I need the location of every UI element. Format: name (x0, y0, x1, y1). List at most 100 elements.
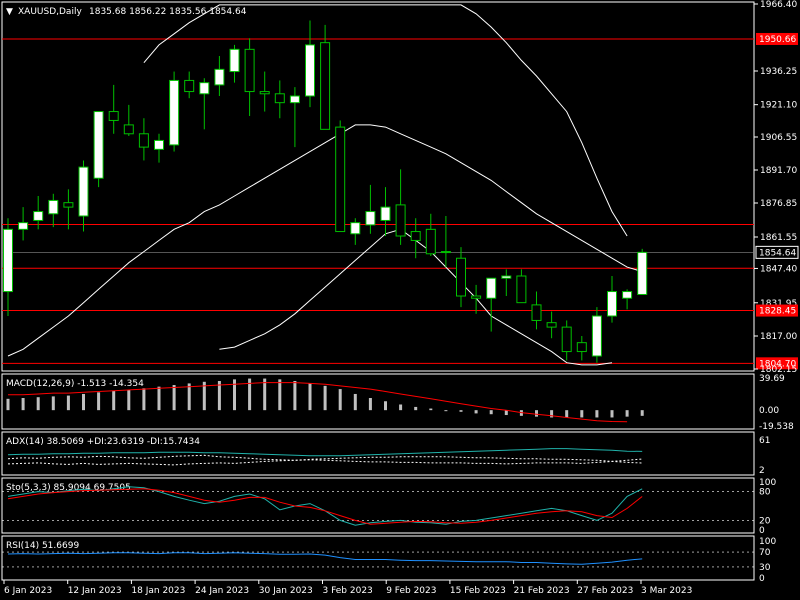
price-tick-label: 1847.40 (760, 264, 797, 274)
macd-histogram-bar (82, 393, 85, 411)
macd-histogram-bar (625, 410, 629, 417)
macd-histogram-bar (172, 385, 176, 411)
candle-body (63, 202, 74, 208)
time-tick-label: 3 Mar 2023 (641, 586, 692, 596)
candle-body (531, 304, 542, 321)
level-tag-label: 1828.45 (759, 307, 796, 317)
candle-body (78, 166, 89, 217)
candle-body (591, 315, 602, 357)
rsi-axis-label: 100 (759, 537, 776, 547)
macd-histogram-bar (323, 385, 327, 411)
time-tick-label: 18 Jan 2023 (131, 586, 185, 596)
chart-window[interactable]: ▼ XAUUSD,Daily 1835.68 1856.22 1835.56 1… (0, 0, 800, 600)
macd-histogram-bar (595, 410, 599, 418)
candle-body (471, 295, 482, 299)
candle-body (138, 133, 149, 148)
sto-axis-label: 80 (759, 488, 771, 498)
candle-body (123, 124, 134, 135)
macd-histogram-bar (580, 410, 584, 418)
macd-histogram-bar (36, 397, 40, 411)
macd-histogram-bar (640, 410, 644, 416)
macd-histogram-bar (112, 390, 116, 411)
candle-body (501, 275, 512, 279)
macd-histogram-bar (384, 401, 387, 411)
rsi-axis-label: 30 (759, 563, 771, 573)
time-tick-label: 6 Jan 2023 (4, 586, 52, 596)
candle-body (3, 228, 13, 293)
candle-body (561, 326, 572, 353)
macd-histogram-bar (535, 410, 538, 417)
price-tick-label: 1876.85 (760, 199, 797, 209)
price-tick-label: 1906.55 (760, 133, 797, 143)
header-arrow-icon[interactable]: ▼ (6, 7, 13, 17)
candle-body (365, 211, 376, 226)
rsi-axis-label: 70 (759, 548, 771, 558)
candle-body (576, 342, 587, 353)
macd-histogram-bar (444, 410, 448, 412)
candle-body (320, 42, 331, 130)
candle-body (154, 139, 164, 150)
macd-histogram-bar (127, 389, 131, 411)
candle-body (93, 111, 104, 179)
time-tick-label: 24 Jan 2023 (195, 586, 249, 596)
macd-histogram-bar (21, 398, 25, 411)
macd-histogram-bar (459, 410, 463, 412)
macd-label: MACD(12,26,9) -1.513 -14.354 (6, 379, 144, 389)
adx-axis-label: 61 (759, 436, 770, 446)
macd-histogram-bar (474, 410, 478, 414)
time-tick-label: 3 Feb 2023 (323, 586, 373, 596)
candle-body (48, 199, 59, 215)
time-tick-label: 21 Feb 2023 (514, 586, 570, 596)
price-tick-label: 1966.40 (760, 0, 797, 10)
macd-axis-label: 39.69 (759, 374, 785, 384)
time-tick-label: 30 Jan 2023 (259, 586, 313, 596)
candle-body (184, 79, 195, 93)
rsi-label: RSI(14) 51.6699 (6, 541, 79, 551)
candle-body (395, 204, 406, 237)
macd-histogram-bar (414, 406, 418, 411)
ohlc-values: 1835.68 1856.22 1835.56 1854.64 (89, 7, 247, 17)
candle-body (456, 257, 466, 297)
candle-body (18, 222, 29, 230)
sto-axis-label: 20 (759, 516, 771, 526)
macd-histogram-bar (293, 380, 297, 411)
macd-histogram-bar (308, 383, 312, 411)
candle-body (380, 206, 391, 221)
price-tick-label: 1921.10 (760, 101, 797, 111)
time-tick-label: 9 Feb 2023 (386, 586, 436, 596)
candle-body (425, 228, 436, 255)
candle-body (244, 48, 255, 93)
candle-body (350, 222, 361, 235)
sto-axis-label: 0 (759, 526, 765, 536)
candle-body (169, 79, 180, 146)
candle-body (305, 44, 315, 97)
candle-body (229, 48, 240, 73)
candle-body (440, 251, 451, 254)
candle-body (33, 211, 44, 221)
macd-histogram-bar (368, 398, 372, 411)
macd-histogram-bar (97, 392, 101, 411)
last-price-tag-label: 1854.64 (759, 248, 796, 258)
price-tick-label: 1936.25 (760, 67, 797, 77)
time-tick-label: 15 Feb 2023 (450, 586, 506, 596)
macd-histogram-bar (278, 379, 282, 411)
macd-axis-label: 0.00 (759, 406, 779, 416)
time-tick-label: 27 Feb 2023 (577, 586, 633, 596)
macd-axis-label: -19.538 (759, 422, 794, 432)
price-tick-label: 1861.55 (760, 233, 797, 243)
adx-label: ADX(14) 38.5069 +DI:23.6319 -DI:15.7434 (6, 437, 200, 447)
candle-body (199, 82, 210, 95)
macd-histogram-bar (142, 388, 146, 411)
time-tick-label: 12 Jan 2023 (68, 586, 122, 596)
price-tick-label: 1817.00 (760, 332, 797, 342)
price-tick-label: 1891.70 (760, 166, 797, 176)
candle-body (214, 68, 225, 86)
macd-histogram-bar (51, 396, 55, 411)
macd-histogram-bar (66, 395, 70, 411)
candle-body (289, 95, 300, 104)
macd-histogram-bar (157, 386, 161, 411)
macd-histogram-bar (338, 389, 342, 411)
adx-axis-label: 2 (759, 466, 765, 476)
candle-body (274, 93, 285, 104)
candle-body (607, 291, 617, 317)
